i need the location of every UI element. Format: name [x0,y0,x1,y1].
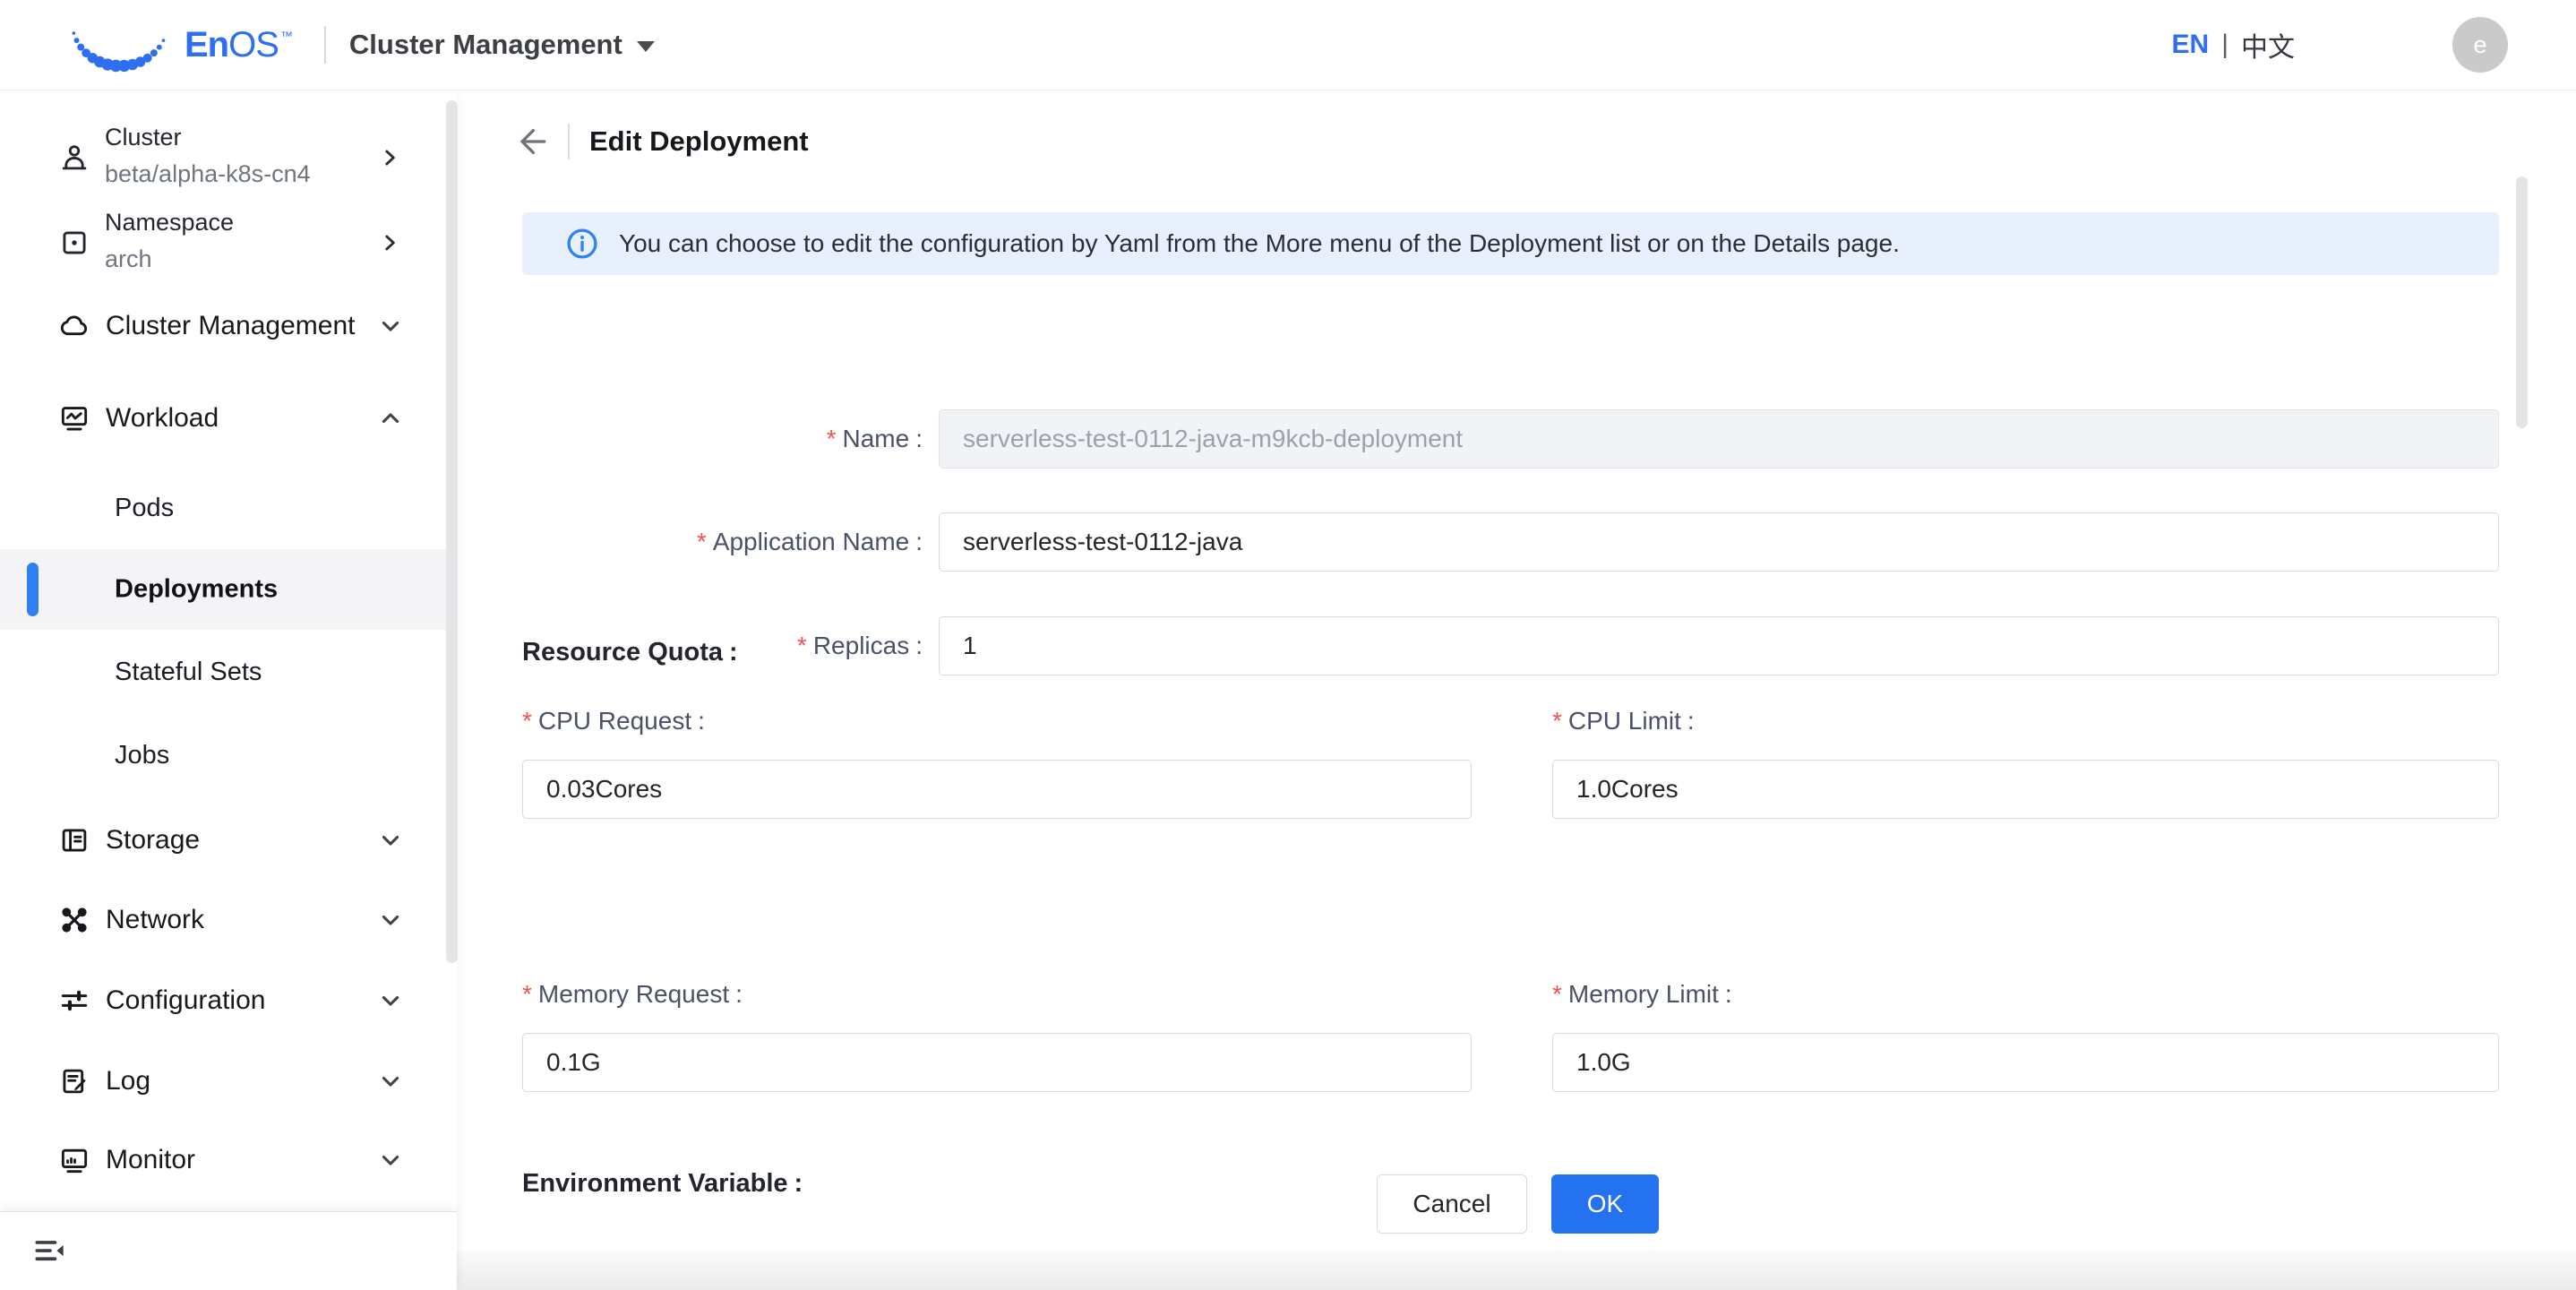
required-mark: * [696,528,707,555]
cluster-value: beta/alpha-k8s-cn4 [105,160,311,187]
sidebar-item-monitor[interactable]: Monitor [0,1133,457,1187]
workload-icon [57,401,91,435]
lang-zh-link[interactable]: 中文 [2241,25,2295,64]
user-avatar[interactable]: e [2452,17,2508,73]
page-title: Edit Deployment [589,125,809,157]
required-mark: * [826,425,837,452]
form-row-application-name: * Application Name: [457,512,2576,572]
sidebar-item-configuration[interactable]: Configuration [0,974,457,1028]
memory-limit-input[interactable] [1552,1033,2499,1092]
lang-separator: | [2221,30,2228,59]
chevron-down-icon [378,828,403,853]
sidebar-item-network[interactable]: Network [0,893,457,947]
cpu-request-input[interactable] [522,760,1472,819]
memory-request-label: * Memory Request: [522,980,743,1008]
app-switcher[interactable]: Cluster Management [349,29,655,61]
banner-text: You can choose to edit the configuration… [619,229,1900,257]
sidebar-item-log[interactable]: Log [0,1054,457,1108]
name-input[interactable] [939,409,2499,469]
app-window: En OS ™ Cluster Management EN | 中文 e Clus [0,0,2576,1290]
cpu-limit-label: * CPU Limit: [1552,707,1695,735]
chevron-right-icon [378,146,401,169]
namespace-icon [57,226,91,260]
chevron-right-icon [378,231,401,254]
sidebar: Cluster beta/alpha-k8s-cn4 Namespace arc… [0,90,458,1290]
chevron-down-icon [378,907,403,933]
monitor-icon [57,1143,91,1177]
top-bar: En OS ™ Cluster Management EN | 中文 e [0,0,2576,90]
sidebar-cluster-selector[interactable]: Cluster beta/alpha-k8s-cn4 [0,119,457,196]
chevron-down-icon [378,1148,403,1173]
sliders-icon [57,984,91,1018]
language-switcher: EN | 中文 [2172,25,2295,64]
resource-quota-heading: Resource Quota: [522,638,738,666]
collapse-sidebar-icon[interactable] [30,1232,70,1271]
info-banner: You can choose to edit the configuration… [522,212,2499,275]
sidebar-namespace-selector[interactable]: Namespace arch [0,204,457,281]
enos-logo[interactable]: En OS ™ [64,13,293,77]
environment-variable-heading: Environment Variable: [522,1169,803,1198]
main-content: Edit Deployment You can choose to edit t… [457,90,2576,1290]
sidebar-item-pods[interactable]: Pods [0,481,457,535]
enos-swoosh-icon [64,13,176,77]
replicas-input[interactable] [939,616,2499,675]
caret-down-icon [636,41,655,52]
header-divider [568,124,570,159]
required-mark: * [1552,707,1562,735]
sidebar-item-storage[interactable]: Storage [0,813,457,867]
ok-button[interactable]: OK [1551,1174,1659,1234]
required-mark: * [522,707,532,735]
chevron-up-icon [378,406,403,431]
memory-request-input[interactable] [522,1033,1472,1092]
application-name-input[interactable] [939,512,2499,572]
network-icon [57,903,91,937]
sidebar-footer [0,1211,457,1290]
chevron-down-icon [378,1069,403,1094]
topbar-divider [323,26,326,64]
lang-en-link[interactable]: EN [2172,30,2210,60]
form-row-replicas: * Replicas: [457,616,2576,675]
chevron-down-icon [378,988,403,1013]
cloud-icon [57,309,91,343]
back-arrow-icon[interactable] [512,122,552,161]
chevron-down-icon [378,314,403,339]
cancel-button[interactable]: Cancel [1377,1174,1527,1234]
name-label: * Name: [826,425,923,452]
content-footer-strip [457,1251,2576,1290]
sidebar-item-cluster-management[interactable]: Cluster Management [0,299,457,353]
log-icon [57,1064,91,1098]
sidebar-item-deployments[interactable]: Deployments [0,549,457,630]
cluster-label: Cluster [105,124,182,150]
sidebar-item-workload[interactable]: Workload [0,391,457,445]
storage-icon [57,823,91,857]
required-mark: * [796,632,807,659]
page-header: Edit Deployment [512,122,809,161]
cluster-icon [57,141,91,175]
form-row-name: * Name: [457,409,2576,469]
memory-limit-label: * Memory Limit: [1552,980,1732,1008]
namespace-value: arch [105,245,152,272]
app-switcher-label: Cluster Management [348,29,623,60]
topbar-right: EN | 中文 e [2172,17,2508,73]
sidebar-scrollbar-thumb[interactable] [446,100,458,963]
sidebar-item-stateful-sets[interactable]: Stateful Sets [0,645,457,699]
required-mark: * [522,980,532,1008]
cpu-limit-input[interactable] [1552,760,2499,819]
application-name-label: * Application Name: [696,528,923,555]
sidebar-item-jobs[interactable]: Jobs [0,728,457,782]
namespace-label: Namespace [105,209,235,236]
brand-wordmark: En OS ™ [185,24,293,64]
info-icon [565,227,599,261]
active-indicator-bar [27,563,39,616]
cpu-request-label: * CPU Request: [522,707,705,735]
required-mark: * [1552,980,1562,1008]
content-scrollbar-thumb[interactable] [2516,176,2528,428]
